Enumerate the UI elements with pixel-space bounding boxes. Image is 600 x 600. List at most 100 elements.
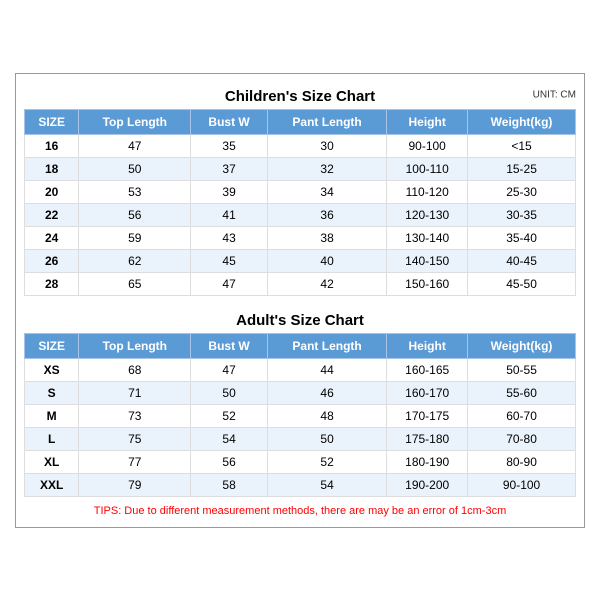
table-row: 28654742150-16045-50 [25, 272, 576, 295]
table-cell: 56 [79, 203, 191, 226]
table-cell: 42 [267, 272, 386, 295]
table-cell: M [25, 404, 79, 427]
table-cell: 110-120 [387, 180, 468, 203]
table-cell: 140-150 [387, 249, 468, 272]
table-cell: 65 [79, 272, 191, 295]
table-cell: 190-200 [387, 473, 468, 496]
table-cell: 40-45 [468, 249, 576, 272]
table-cell: 35 [191, 134, 268, 157]
table-cell: 170-175 [387, 404, 468, 427]
table-row: M735248170-17560-70 [25, 404, 576, 427]
children-title-text: Children's Size Chart [225, 88, 375, 105]
table-cell: 44 [267, 358, 386, 381]
table-cell: 68 [79, 358, 191, 381]
table-cell: 25-30 [468, 180, 576, 203]
table-cell: 90-100 [468, 473, 576, 496]
children-title: Children's Size Chart UNIT: CM [24, 82, 576, 109]
table-row: 1647353090-100<15 [25, 134, 576, 157]
table-cell: 56 [191, 450, 268, 473]
table-cell: 38 [267, 226, 386, 249]
adults-table: SIZE Top Length Bust W Pant Length Heigh… [24, 333, 576, 497]
table-cell: 52 [267, 450, 386, 473]
table-cell: 36 [267, 203, 386, 226]
size-chart-container: Children's Size Chart UNIT: CM SIZE Top … [15, 73, 585, 528]
table-cell: XXL [25, 473, 79, 496]
children-col-bust-w: Bust W [191, 109, 268, 134]
table-cell: 71 [79, 381, 191, 404]
table-row: L755450175-18070-80 [25, 427, 576, 450]
table-row: XL775652180-19080-90 [25, 450, 576, 473]
adults-col-top-length: Top Length [79, 333, 191, 358]
table-cell: 18 [25, 157, 79, 180]
table-cell: 100-110 [387, 157, 468, 180]
adults-title: Adult's Size Chart [24, 306, 576, 333]
table-cell: 62 [79, 249, 191, 272]
table-cell: 45 [191, 249, 268, 272]
table-cell: 46 [267, 381, 386, 404]
table-cell: 48 [267, 404, 386, 427]
table-cell: 130-140 [387, 226, 468, 249]
table-row: 26624540140-15040-45 [25, 249, 576, 272]
table-cell: 79 [79, 473, 191, 496]
adults-title-text: Adult's Size Chart [236, 312, 364, 329]
adults-col-pant-length: Pant Length [267, 333, 386, 358]
table-cell: 28 [25, 272, 79, 295]
table-cell: 70-80 [468, 427, 576, 450]
table-cell: 16 [25, 134, 79, 157]
table-cell: 52 [191, 404, 268, 427]
table-cell: XL [25, 450, 79, 473]
table-cell: S [25, 381, 79, 404]
table-cell: 90-100 [387, 134, 468, 157]
table-row: 24594338130-14035-40 [25, 226, 576, 249]
children-col-pant-length: Pant Length [267, 109, 386, 134]
table-cell: 73 [79, 404, 191, 427]
table-cell: 41 [191, 203, 268, 226]
table-cell: 26 [25, 249, 79, 272]
table-cell: 160-165 [387, 358, 468, 381]
children-col-weight: Weight(kg) [468, 109, 576, 134]
adults-col-height: Height [387, 333, 468, 358]
table-cell: 60-70 [468, 404, 576, 427]
table-cell: 55-60 [468, 381, 576, 404]
table-row: XXL795854190-20090-100 [25, 473, 576, 496]
table-row: XS684744160-16550-55 [25, 358, 576, 381]
table-cell: 20 [25, 180, 79, 203]
table-row: 20533934110-12025-30 [25, 180, 576, 203]
table-cell: 80-90 [468, 450, 576, 473]
table-cell: 47 [191, 272, 268, 295]
table-row: 22564136120-13030-35 [25, 203, 576, 226]
table-cell: <15 [468, 134, 576, 157]
table-cell: 34 [267, 180, 386, 203]
table-cell: 50 [191, 381, 268, 404]
table-cell: 180-190 [387, 450, 468, 473]
table-cell: 120-130 [387, 203, 468, 226]
table-cell: 58 [191, 473, 268, 496]
adults-col-size: SIZE [25, 333, 79, 358]
children-header-row: SIZE Top Length Bust W Pant Length Heigh… [25, 109, 576, 134]
children-table: SIZE Top Length Bust W Pant Length Heigh… [24, 109, 576, 296]
table-cell: 50 [79, 157, 191, 180]
table-cell: 54 [267, 473, 386, 496]
table-cell: 47 [79, 134, 191, 157]
table-cell: 47 [191, 358, 268, 381]
table-cell: 32 [267, 157, 386, 180]
table-cell: L [25, 427, 79, 450]
table-cell: 50-55 [468, 358, 576, 381]
children-col-height: Height [387, 109, 468, 134]
table-cell: 37 [191, 157, 268, 180]
table-cell: 50 [267, 427, 386, 450]
table-cell: XS [25, 358, 79, 381]
table-cell: 75 [79, 427, 191, 450]
table-cell: 175-180 [387, 427, 468, 450]
adults-header-row: SIZE Top Length Bust W Pant Length Heigh… [25, 333, 576, 358]
table-cell: 59 [79, 226, 191, 249]
table-cell: 30-35 [468, 203, 576, 226]
table-cell: 22 [25, 203, 79, 226]
adults-col-bust-w: Bust W [191, 333, 268, 358]
table-cell: 24 [25, 226, 79, 249]
table-cell: 35-40 [468, 226, 576, 249]
table-cell: 15-25 [468, 157, 576, 180]
table-cell: 43 [191, 226, 268, 249]
table-cell: 150-160 [387, 272, 468, 295]
table-cell: 39 [191, 180, 268, 203]
